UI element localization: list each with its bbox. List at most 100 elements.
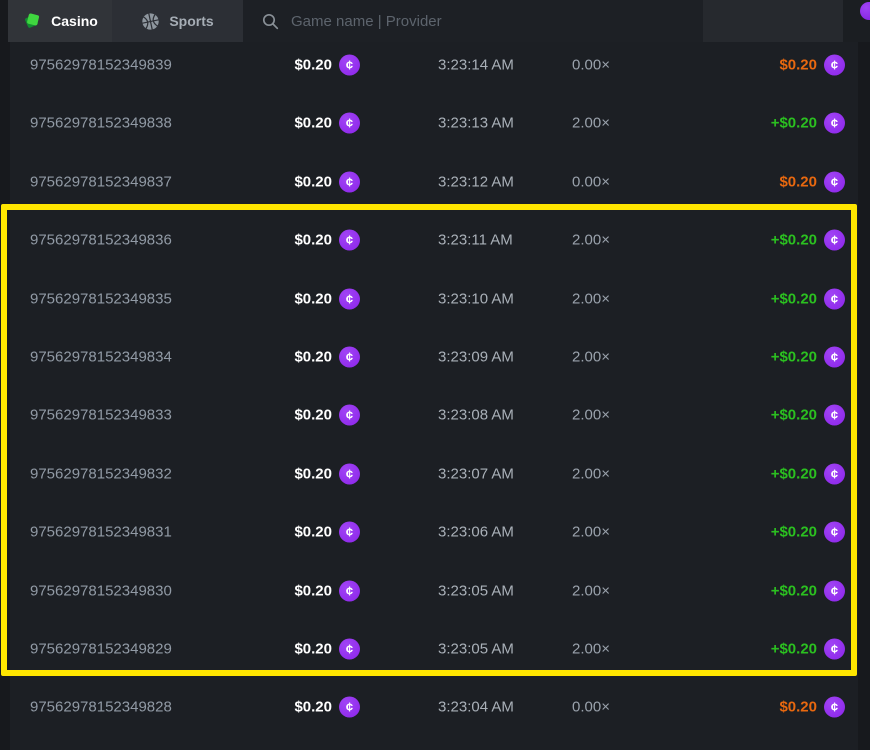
bet-amount: $0.20 ¢	[10, 404, 360, 425]
coin-icon: ¢	[339, 696, 360, 717]
tab-sports-label: Sports	[169, 13, 213, 29]
coin-icon: ¢	[339, 288, 360, 309]
coin-icon: ¢	[824, 463, 845, 484]
bet-row[interactable]: 97562978152349838 $0.20 ¢ 3:23:13 AM 2.0…	[10, 93, 858, 152]
bet-payout-value: +$0.20	[771, 406, 817, 423]
bet-multiplier: 2.00×	[572, 465, 610, 482]
bet-amount-value: $0.20	[294, 114, 332, 131]
coin-icon: ¢	[339, 229, 360, 250]
tab-casino-label: Casino	[51, 13, 98, 29]
coin-icon: ¢	[824, 521, 845, 542]
basketball-icon	[141, 12, 160, 31]
bet-payout-value: +$0.20	[771, 290, 817, 307]
bet-row[interactable]: 97562978152349828 $0.20 ¢ 3:23:04 AM 0.0…	[10, 677, 858, 736]
bet-payout: +$0.20 ¢	[771, 638, 845, 659]
bet-amount-value: $0.20	[294, 290, 332, 307]
bet-row[interactable]: 97562978152349829 $0.20 ¢ 3:23:05 AM 2.0…	[10, 619, 858, 678]
bet-payout-value: $0.20	[779, 698, 817, 715]
coin-icon: ¢	[824, 638, 845, 659]
bet-amount: $0.20 ¢	[10, 346, 360, 367]
coin-icon: ¢	[824, 696, 845, 717]
bet-row[interactable]: 97562978152349830 $0.20 ¢ 3:23:05 AM 2.0…	[10, 561, 858, 620]
casino-logo-icon	[22, 11, 42, 31]
bet-amount: $0.20 ¢	[10, 171, 360, 192]
bet-time: 3:23:09 AM	[438, 348, 514, 365]
bet-multiplier: 2.00×	[572, 114, 610, 131]
bet-multiplier: 2.00×	[572, 348, 610, 365]
bet-payout-value: $0.20	[779, 56, 817, 73]
bet-amount-value: $0.20	[294, 465, 332, 482]
bet-row[interactable]: 97562978152349833 $0.20 ¢ 3:23:08 AM 2.0…	[10, 385, 858, 444]
bet-payout: +$0.20 ¢	[771, 112, 845, 133]
coin-icon: ¢	[339, 54, 360, 75]
bet-amount-value: $0.20	[294, 56, 332, 73]
bet-amount-value: $0.20	[294, 523, 332, 540]
coin-icon: ¢	[339, 463, 360, 484]
bet-payout: +$0.20 ¢	[771, 404, 845, 425]
coin-icon: ¢	[339, 404, 360, 425]
bet-payout-value: +$0.20	[771, 231, 817, 248]
bet-multiplier: 0.00×	[572, 698, 610, 715]
bet-payout: +$0.20 ¢	[771, 580, 845, 601]
bet-row[interactable]: 97562978152349832 $0.20 ¢ 3:23:07 AM 2.0…	[10, 444, 858, 503]
bet-payout: $0.20 ¢	[779, 696, 845, 717]
search-icon	[262, 13, 279, 30]
search-input[interactable]	[289, 12, 703, 31]
casino-bets-page: { "header": { "casino_tab": { "label": "…	[0, 0, 870, 750]
bet-payout: +$0.20 ¢	[771, 229, 845, 250]
bet-row[interactable]: 97562978152349831 $0.20 ¢ 3:23:06 AM 2.0…	[10, 502, 858, 561]
bet-amount: $0.20 ¢	[10, 112, 360, 133]
bet-amount: $0.20 ¢	[10, 229, 360, 250]
coin-icon: ¢	[339, 171, 360, 192]
bet-time: 3:23:05 AM	[438, 582, 514, 599]
bet-row[interactable]: 97562978152349835 $0.20 ¢ 3:23:10 AM 2.0…	[10, 269, 858, 328]
bet-amount: $0.20 ¢	[10, 463, 360, 484]
navbar-panel	[703, 0, 843, 42]
coin-icon: ¢	[339, 580, 360, 601]
coin-icon: ¢	[824, 54, 845, 75]
bet-payout: +$0.20 ¢	[771, 288, 845, 309]
bet-row[interactable]: 97562978152349836 $0.20 ¢ 3:23:11 AM 2.0…	[10, 210, 858, 269]
bet-payout: +$0.20 ¢	[771, 346, 845, 367]
bet-time: 3:23:04 AM	[438, 698, 514, 715]
bet-time: 3:23:14 AM	[438, 56, 514, 73]
bet-row[interactable]: 97562978152349834 $0.20 ¢ 3:23:09 AM 2.0…	[10, 327, 858, 386]
bet-time: 3:23:13 AM	[438, 114, 514, 131]
bet-multiplier: 2.00×	[572, 290, 610, 307]
bet-time: 3:23:06 AM	[438, 523, 514, 540]
bet-multiplier: 0.00×	[572, 56, 610, 73]
bet-row[interactable]: 97562978152349837 $0.20 ¢ 3:23:12 AM 0.0…	[10, 152, 858, 211]
bet-amount-value: $0.20	[294, 582, 332, 599]
navbar-right	[843, 0, 870, 42]
search-bar	[243, 0, 703, 42]
coin-icon: ¢	[339, 521, 360, 542]
bet-payout-value: +$0.20	[771, 465, 817, 482]
coin-icon: ¢	[824, 346, 845, 367]
bets-table: 97562978152349839 $0.20 ¢ 3:23:14 AM 0.0…	[10, 42, 858, 750]
bet-payout-value: +$0.20	[771, 640, 817, 657]
bet-amount-value: $0.20	[294, 640, 332, 657]
coin-icon: ¢	[824, 171, 845, 192]
coin-icon: ¢	[339, 112, 360, 133]
top-navbar: Casino Sports	[0, 0, 870, 42]
tab-sports[interactable]: Sports	[112, 0, 243, 42]
bet-amount: $0.20 ¢	[10, 696, 360, 717]
bet-time: 3:23:07 AM	[438, 465, 514, 482]
coin-icon[interactable]	[860, 2, 870, 20]
bet-time: 3:23:12 AM	[438, 173, 514, 190]
bet-payout: $0.20 ¢	[779, 171, 845, 192]
bet-multiplier: 2.00×	[572, 231, 610, 248]
bet-amount-value: $0.20	[294, 231, 332, 248]
bet-amount: $0.20 ¢	[10, 580, 360, 601]
bet-time: 3:23:11 AM	[438, 231, 513, 248]
bet-amount: $0.20 ¢	[10, 638, 360, 659]
bet-amount-value: $0.20	[294, 348, 332, 365]
coin-icon: ¢	[824, 580, 845, 601]
tab-casino[interactable]: Casino	[8, 0, 112, 42]
bet-time: 3:23:08 AM	[438, 406, 514, 423]
bet-row[interactable]: 97562978152349839 $0.20 ¢ 3:23:14 AM 0.0…	[10, 42, 858, 94]
bet-payout-value: +$0.20	[771, 582, 817, 599]
coin-icon: ¢	[824, 112, 845, 133]
bet-payout: +$0.20 ¢	[771, 521, 845, 542]
bet-multiplier: 2.00×	[572, 523, 610, 540]
